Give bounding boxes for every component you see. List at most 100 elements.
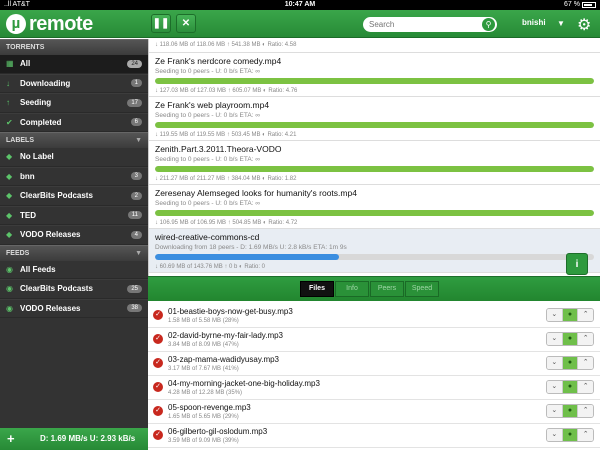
count-badge: 1	[130, 79, 142, 88]
battery-percent: 67 %	[564, 1, 580, 8]
file-list[interactable]: ✓ 01-beastie-boys-now-get-busy.mp3 1.58 …	[148, 304, 600, 450]
torrent-stats: ↓ 119.55 MB of 119.55 MB ↑ 503.45 MB ◐ R…	[155, 132, 297, 138]
sidebar-item-no-label[interactable]: ◆ No Label	[0, 147, 148, 167]
ios-status-bar: ..ll AT&T 10:47 AM 67 %	[0, 0, 600, 10]
torrent-row[interactable]: Ze Frank's nerdcore comedy.mp4 Seeding t…	[149, 53, 600, 97]
tag-icon: ◆	[6, 210, 13, 220]
sidebar-item-ted[interactable]: ◆ TED 11	[0, 205, 148, 225]
priority-down-button[interactable]: ⌄	[547, 357, 563, 369]
priority-normal-button[interactable]: ●	[562, 381, 579, 393]
tag-icon: ◆	[6, 171, 13, 181]
file-row[interactable]: ✓ 03-zap-mama-wadidyusay.mp3 3.17 MB of …	[148, 352, 600, 376]
app-header: µ remote ❚❚ ✕ ⚲ bnishi ▼ ⚙	[0, 10, 600, 38]
tab-speed[interactable]: Speed	[405, 281, 439, 297]
sidebar-item-downloading[interactable]: ↓ Downloading 1	[0, 73, 148, 93]
priority-up-button[interactable]: ⌃	[578, 381, 593, 393]
progress-bar	[155, 254, 594, 260]
sidebar-item-label: Completed	[20, 117, 62, 127]
check-icon[interactable]: ✓	[153, 358, 163, 368]
torrent-name: Zenith.Part.3.2011.Theora-VODO	[155, 144, 282, 154]
close-icon: ✕	[181, 18, 191, 29]
add-torrent-button[interactable]: +	[7, 431, 15, 446]
check-icon[interactable]: ✓	[153, 382, 163, 392]
file-size: 3.59 MB of 9.09 MB (39%)	[168, 438, 239, 444]
priority-normal-button[interactable]: ●	[562, 333, 579, 345]
progress-fill	[155, 122, 594, 128]
sidebar-item-feed-clearbits-podcasts[interactable]: ◉ ClearBits Podcasts 25	[0, 279, 148, 299]
priority-down-button[interactable]: ⌄	[547, 405, 563, 417]
section-header-labels[interactable]: LABELS ▼	[0, 132, 148, 147]
priority-down-button[interactable]: ⌄	[547, 309, 563, 321]
progress-fill	[155, 254, 340, 260]
tab-peers[interactable]: Peers	[370, 281, 404, 297]
chevron-down-icon[interactable]: ▼	[557, 19, 565, 28]
priority-down-button[interactable]: ⌄	[547, 429, 563, 441]
pause-icon: ❚❚	[152, 18, 170, 29]
sidebar-item-all[interactable]: ▦ All 24	[0, 54, 148, 74]
pause-button[interactable]: ❚❚	[151, 14, 171, 33]
progress-bar	[155, 78, 594, 84]
search-icon[interactable]: ⚲	[482, 18, 495, 31]
check-icon[interactable]: ✓	[153, 406, 163, 416]
check-icon[interactable]: ✓	[153, 334, 163, 344]
torrent-list[interactable]: ↓ 118.06 MB of 118.06 MB ↑ 541.38 MB ◐ R…	[148, 39, 600, 276]
torrent-stats: ↓ 118.06 MB of 118.06 MB ↑ 541.38 MB ◐ R…	[155, 42, 297, 48]
sidebar-item-seeding[interactable]: ↑ Seeding 17	[0, 93, 148, 113]
tag-icon: ◆	[6, 230, 13, 240]
section-header-feeds[interactable]: FEEDS ▼	[0, 244, 148, 260]
priority-control: ⌄ ● ⌃	[546, 380, 594, 394]
priority-down-button[interactable]: ⌄	[547, 381, 563, 393]
torrent-row[interactable]: ↓ 118.06 MB of 118.06 MB ↑ 541.38 MB ◐ R…	[149, 39, 600, 53]
search-input[interactable]	[363, 17, 473, 32]
torrent-name: Ze Frank's web playroom.mp4	[155, 100, 270, 110]
priority-control: ⌄ ● ⌃	[546, 356, 594, 370]
count-badge: 6	[130, 118, 142, 127]
sidebar-item-label: ClearBits Podcasts	[20, 284, 93, 294]
torrent-row-selected[interactable]: wired-creative-commons-cd Downloading fr…	[149, 229, 600, 273]
file-row[interactable]: ✓ 05-spoon-revenge.mp3 1.65 MB of 5.65 M…	[148, 400, 600, 424]
priority-normal-button[interactable]: ●	[562, 357, 579, 369]
sidebar-item-bnn[interactable]: ◆ bnn 3	[0, 166, 148, 186]
sidebar-item-all-feeds[interactable]: ◉ All Feeds	[0, 259, 148, 279]
check-icon[interactable]: ✓	[153, 310, 163, 320]
priority-normal-button[interactable]: ●	[562, 429, 579, 441]
count-badge: 4	[130, 230, 142, 239]
sidebar-item-feed-vodo-releases[interactable]: ◉ VODO Releases 38	[0, 298, 148, 318]
sidebar-item-label: All Feeds	[20, 264, 56, 274]
sidebar-item-vodo-releases[interactable]: ◆ VODO Releases 4	[0, 225, 148, 245]
sidebar-item-label: VODO Releases	[20, 230, 81, 240]
file-row[interactable]: ✓ 02-david-byrne-my-fair-lady.mp3 3.84 M…	[148, 328, 600, 352]
progress-bar	[155, 166, 594, 172]
tab-files[interactable]: Files	[300, 281, 334, 297]
torrent-row[interactable]: Zeresenay Alemseged looks for humanity's…	[149, 185, 600, 229]
search-box: ⚲	[363, 17, 497, 32]
info-button[interactable]: i	[566, 253, 588, 275]
sidebar-item-completed[interactable]: ✔ Completed 6	[0, 112, 148, 132]
tab-info[interactable]: Info	[335, 281, 369, 297]
torrent-row[interactable]: Zenith.Part.3.2011.Theora-VODO Seeding t…	[149, 141, 600, 185]
file-size: 3.84 MB of 8.09 MB (47%)	[168, 342, 239, 348]
user-menu[interactable]: bnishi	[522, 18, 546, 27]
priority-down-button[interactable]: ⌄	[547, 333, 563, 345]
priority-up-button[interactable]: ⌃	[578, 429, 593, 441]
file-row[interactable]: ✓ 04-my-morning-jacket-one-big-holiday.m…	[148, 376, 600, 400]
priority-control: ⌄ ● ⌃	[546, 404, 594, 418]
gear-icon[interactable]: ⚙	[577, 15, 591, 35]
file-row[interactable]: ✓ 01-beastie-boys-now-get-busy.mp3 1.58 …	[148, 304, 600, 328]
stop-button[interactable]: ✕	[176, 14, 196, 33]
priority-up-button[interactable]: ⌃	[578, 357, 593, 369]
priority-up-button[interactable]: ⌃	[578, 309, 593, 321]
progress-bar	[155, 122, 594, 128]
priority-control: ⌄ ● ⌃	[546, 428, 594, 442]
section-title: FEEDS	[6, 249, 30, 257]
file-row[interactable]: ✓ 06-gilberto-gil-oslodum.mp3 3.59 MB of…	[148, 424, 600, 448]
priority-up-button[interactable]: ⌃	[578, 333, 593, 345]
torrent-row[interactable]: Ze Frank's web playroom.mp4 Seeding to 0…	[149, 97, 600, 141]
priority-up-button[interactable]: ⌃	[578, 405, 593, 417]
priority-normal-button[interactable]: ●	[562, 405, 579, 417]
check-icon[interactable]: ✓	[153, 430, 163, 440]
priority-normal-button[interactable]: ●	[562, 309, 579, 321]
progress-fill	[155, 210, 594, 216]
sidebar-item-clearbits-podcasts[interactable]: ◆ ClearBits Podcasts 2	[0, 186, 148, 206]
priority-control: ⌄ ● ⌃	[546, 332, 594, 346]
